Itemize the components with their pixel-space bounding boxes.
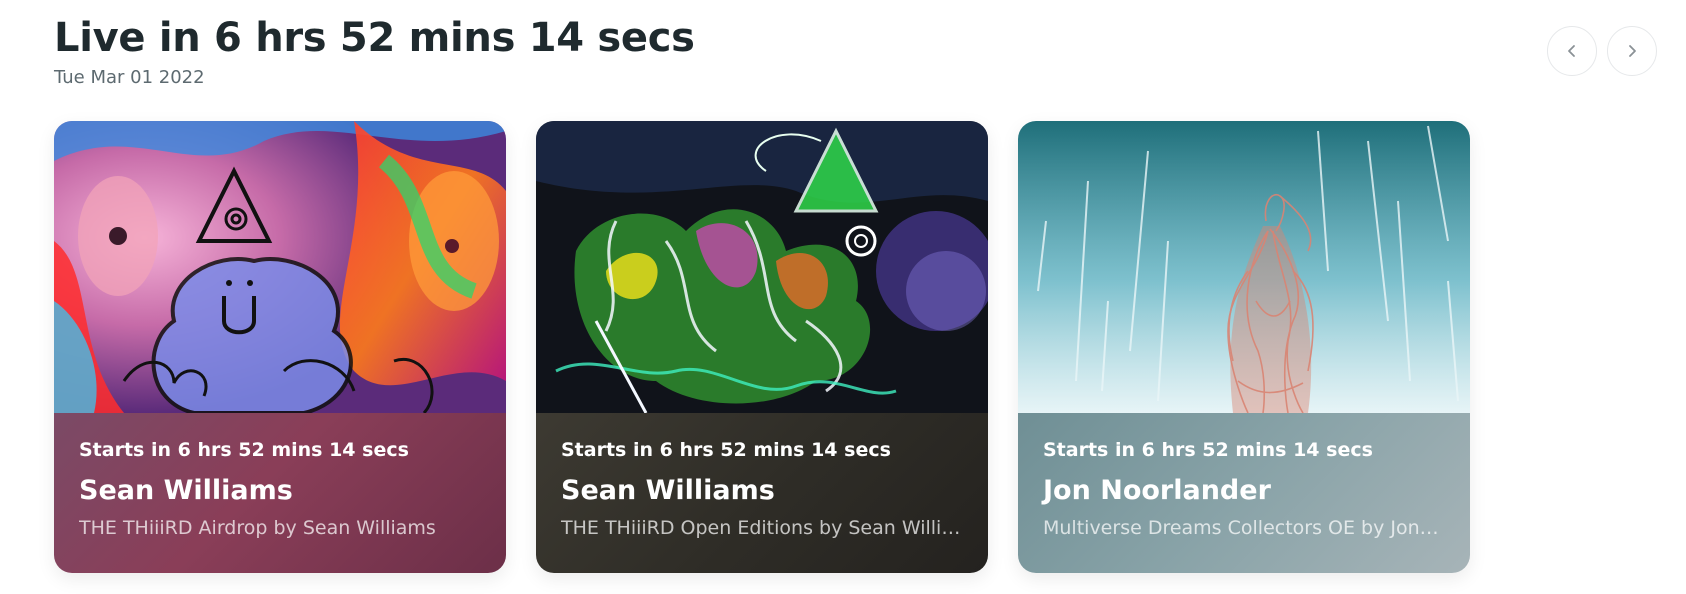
artwork-image — [1018, 121, 1470, 413]
section-header: Live in 6 hrs 52 mins 14 secs Tue Mar 01… — [54, 10, 695, 88]
card-info: Starts in 6 hrs 52 mins 14 secs Sean Wil… — [54, 413, 506, 573]
card-artist-name[interactable]: Sean Williams — [561, 475, 963, 506]
card-artist-name[interactable]: Jon Noorlander — [1043, 475, 1445, 506]
card-drop-title: THE THiiiRD Airdrop by Sean Williams — [79, 517, 436, 539]
drop-card-list: Starts in 6 hrs 52 mins 14 secs Sean Wil… — [54, 121, 1470, 573]
drop-card[interactable]: Starts in 6 hrs 52 mins 14 secs Sean Wil… — [536, 121, 988, 573]
artwork-image — [54, 121, 506, 413]
card-info: Starts in 6 hrs 52 mins 14 secs Jon Noor… — [1018, 413, 1470, 573]
drop-section: Live in 6 hrs 52 mins 14 secs Tue Mar 01… — [0, 0, 1686, 594]
chevron-right-icon — [1629, 45, 1636, 57]
artwork-image — [536, 121, 988, 413]
drop-date: Tue Mar 01 2022 — [54, 67, 205, 88]
carousel-next-button[interactable] — [1607, 26, 1657, 76]
carousel-prev-button[interactable] — [1547, 26, 1597, 76]
card-countdown: Starts in 6 hrs 52 mins 14 secs — [1043, 439, 1373, 461]
drop-card[interactable]: Starts in 6 hrs 52 mins 14 secs Jon Noor… — [1018, 121, 1470, 573]
card-info: Starts in 6 hrs 52 mins 14 secs Sean Wil… — [536, 413, 988, 573]
card-countdown: Starts in 6 hrs 52 mins 14 secs — [79, 439, 409, 461]
card-drop-title: THE THiiiRD Open Editions by Sean Willia… — [561, 517, 961, 539]
card-countdown: Starts in 6 hrs 52 mins 14 secs — [561, 439, 891, 461]
chevron-left-icon — [1568, 45, 1575, 57]
countdown-title: Live in 6 hrs 52 mins 14 secs — [54, 15, 695, 61]
drop-card[interactable]: Starts in 6 hrs 52 mins 14 secs Sean Wil… — [54, 121, 506, 573]
card-drop-title: Multiverse Dreams Collectors OE by Jon N… — [1043, 517, 1443, 539]
card-artist-name[interactable]: Sean Williams — [79, 475, 481, 506]
